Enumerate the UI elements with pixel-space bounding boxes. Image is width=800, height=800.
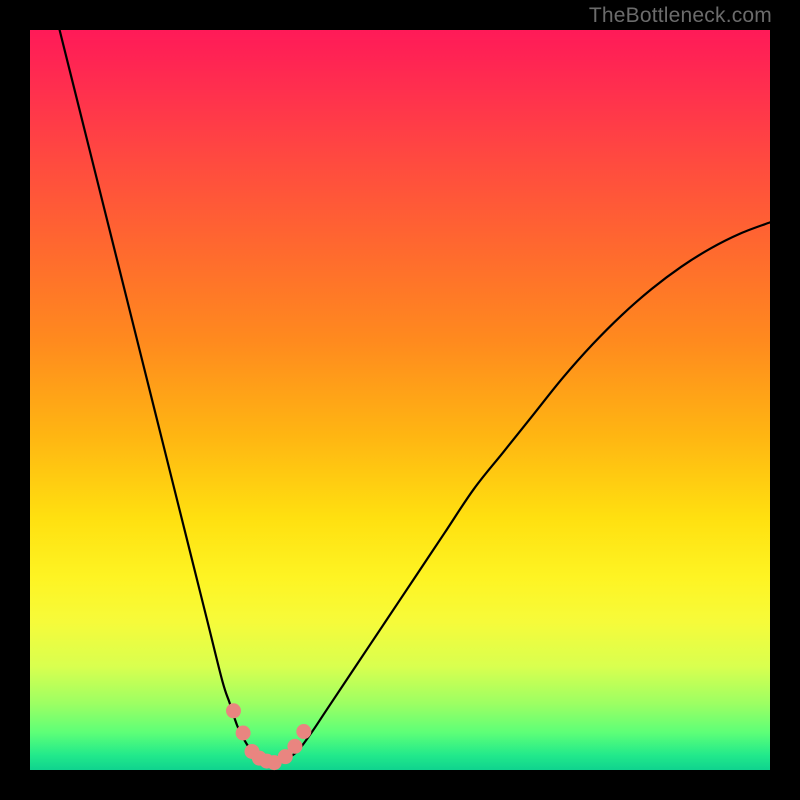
plot-area xyxy=(30,30,770,770)
watermark-text: TheBottleneck.com xyxy=(589,4,772,28)
bottleneck-curve xyxy=(60,30,770,763)
highlight-dots xyxy=(226,703,311,770)
highlight-dot xyxy=(236,726,251,741)
chart-frame: TheBottleneck.com xyxy=(0,0,800,800)
highlight-dot xyxy=(287,739,302,754)
highlight-dot xyxy=(226,703,241,718)
highlight-dot xyxy=(296,724,311,739)
curve-layer xyxy=(30,30,770,770)
